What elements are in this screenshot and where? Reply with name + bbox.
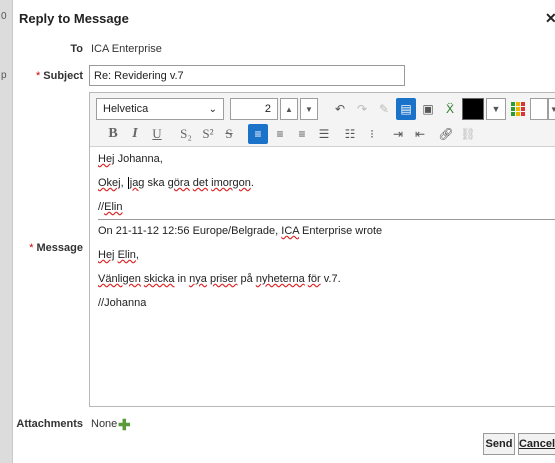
chevron-down-icon: ▼ <box>491 104 501 114</box>
chevron-down-icon: ▼ <box>550 104 555 114</box>
message-line: Hej Elin, <box>98 249 139 261</box>
dialog-title: Reply to Message <box>19 11 129 26</box>
text-color-fill <box>463 99 483 119</box>
highlight-color-dropdown[interactable]: ▼ <box>548 98 555 120</box>
italic-button[interactable]: I <box>126 124 144 144</box>
chevron-up-icon: ▲ <box>285 104 293 114</box>
font-family-select[interactable]: Helvetica ⌄ <box>96 98 224 120</box>
text-color-icon[interactable]: Ẍ <box>440 98 460 120</box>
unlink-icon[interactable]: ⛓︎ <box>458 124 478 144</box>
source-mode-icon[interactable]: ▣ <box>418 98 438 120</box>
subscript-button[interactable]: S₂ <box>176 124 196 144</box>
text-color-swatch[interactable] <box>462 98 484 120</box>
align-center-icon[interactable]: ≡ <box>270 124 290 144</box>
required-marker: * <box>29 242 34 254</box>
underline-button[interactable]: U <box>148 124 166 144</box>
subject-label: * Subject <box>13 70 83 82</box>
attachments-label: Attachments <box>16 418 83 430</box>
message-line: Hej Johanna, <box>98 153 163 165</box>
editor-toolbar: Helvetica ⌄ 2 ▲ ▼ ↶ ↷ ✎ ▤ ▣ Ẍ ▼ ▼ B I U … <box>90 93 555 147</box>
font-size-up-button[interactable]: ▲ <box>280 98 298 120</box>
subject-label-text: Subject <box>43 70 83 82</box>
link-icon[interactable]: 🔗︎ <box>436 124 456 144</box>
redo-icon[interactable]: ↷ <box>352 98 372 120</box>
quote-divider <box>98 219 555 220</box>
strikethrough-button[interactable]: S <box>220 124 238 144</box>
message-line: //Johanna <box>98 297 147 309</box>
attachments-value: None <box>91 418 118 430</box>
text-color-dropdown[interactable]: ▼ <box>486 98 506 120</box>
chevron-down-icon: ⌄ <box>208 103 217 115</box>
close-icon[interactable]: ✕ <box>545 10 555 27</box>
indent-icon[interactable]: ⇥ <box>388 124 408 144</box>
background-fragment: 0 <box>1 11 7 22</box>
message-label-text: Message <box>36 242 83 254</box>
palette-grid <box>511 102 525 116</box>
reply-dialog: Reply to Message ✕ To ICA Enterprise * Su… <box>12 0 555 463</box>
cancel-button[interactable]: Cancel <box>518 433 555 455</box>
font-family-value: Helvetica <box>103 103 149 115</box>
to-label: To <box>70 43 83 55</box>
background-fragment: p <box>1 70 7 81</box>
font-size-down-button[interactable]: ▼ <box>300 98 318 120</box>
align-left-icon[interactable]: ≡ <box>248 124 268 144</box>
chevron-down-icon: ▼ <box>305 104 313 114</box>
font-size-value: 2 <box>264 103 271 115</box>
superscript-button[interactable]: S² <box>198 124 218 144</box>
outdent-icon[interactable]: ⇤ <box>410 124 430 144</box>
send-button[interactable]: Send <box>483 433 515 455</box>
to-value: ICA Enterprise <box>91 43 162 55</box>
background-page-strip: 0 p <box>0 0 12 463</box>
message-line: On 21-11-12 12:56 Europe/Belgrade, ICA E… <box>98 225 383 237</box>
align-justify-icon[interactable]: ☰ <box>314 124 334 144</box>
message-line: //Elin <box>98 201 123 213</box>
align-right-icon[interactable]: ≡ <box>292 124 312 144</box>
clear-format-icon[interactable]: ✎ <box>374 98 394 120</box>
message-label: * Message <box>13 242 83 254</box>
required-marker: * <box>35 70 41 82</box>
font-size-input[interactable]: 2 <box>230 98 278 120</box>
text-caret <box>127 177 129 190</box>
message-line: Vänligen skicka in nya priser på nyheter… <box>98 273 341 285</box>
rich-text-editor[interactable]: Helvetica ⌄ 2 ▲ ▼ ↶ ↷ ✎ ▤ ▣ Ẍ ▼ ▼ B I U … <box>89 92 555 407</box>
add-attachment-icon[interactable]: ✚ <box>118 416 131 434</box>
bold-button[interactable]: B <box>104 124 122 144</box>
undo-icon[interactable]: ↶ <box>330 98 350 120</box>
bullet-list-icon[interactable]: ☷ <box>340 124 360 144</box>
highlight-color-swatch[interactable] <box>530 98 548 120</box>
numbered-list-icon[interactable]: ⁝ <box>362 124 382 144</box>
rich-text-mode-icon[interactable]: ▤ <box>396 98 416 120</box>
message-line: Okej, jag ska göra det imorgon. <box>98 177 254 190</box>
subject-input[interactable] <box>89 65 405 86</box>
highlight-color-icon[interactable] <box>508 98 528 120</box>
